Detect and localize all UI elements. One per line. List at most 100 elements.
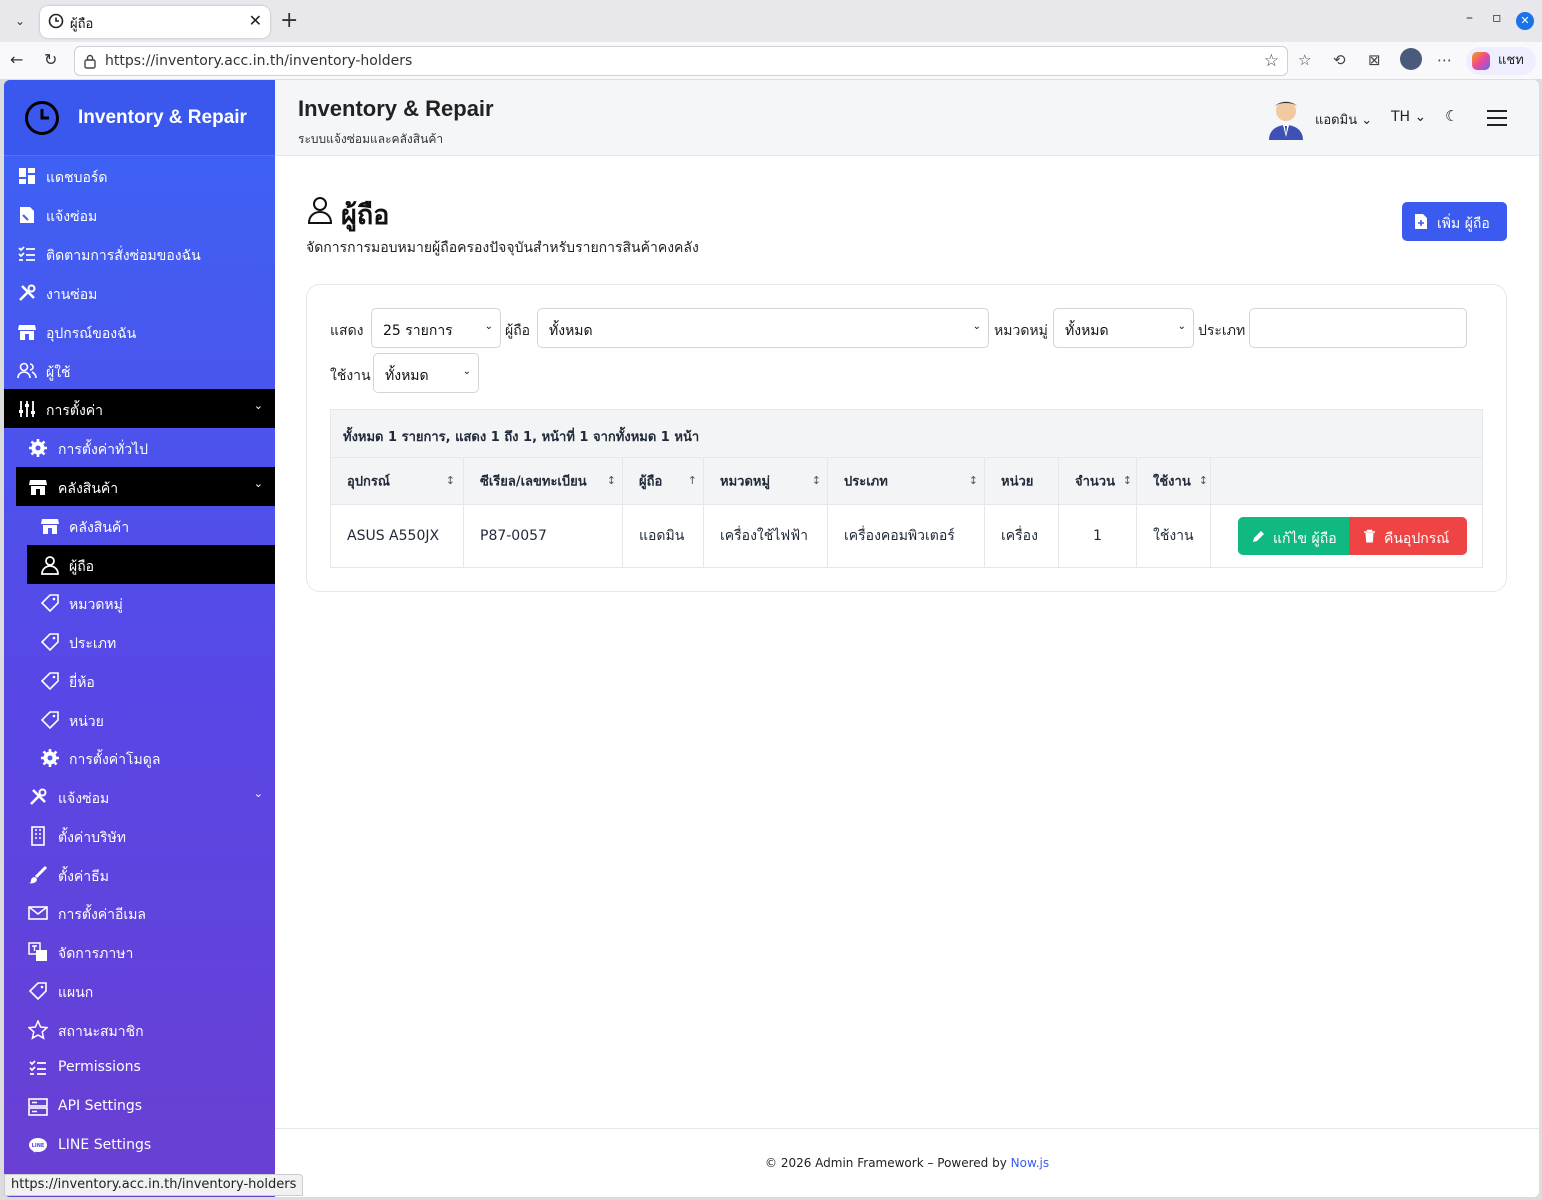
sidebar-item-24[interactable]: API Settings (4, 1087, 275, 1126)
chevron-down-icon: ⌄ (1361, 113, 1373, 128)
sidebar-item-21[interactable]: แผนก (4, 971, 275, 1010)
close-tab-icon[interactable]: ✕ (249, 11, 262, 30)
server-icon (28, 1098, 48, 1116)
sidebar-item-7[interactable]: การตั้งค่าทั่วไป (4, 428, 275, 467)
column-header-category[interactable]: หมวดหมู่ ↕ (704, 458, 828, 504)
user-menu[interactable]: แอดมิน ⌄ (1315, 109, 1372, 130)
column-header-active[interactable]: ใช้งาน ↕ (1137, 458, 1211, 504)
sidebar-item-23[interactable]: Permissions (4, 1048, 275, 1087)
sort-icon: ↕ (1122, 474, 1132, 487)
maximize-button[interactable]: ▫ (1492, 10, 1502, 26)
category-select[interactable]: ทั้งหมด ⌄ (1053, 308, 1194, 348)
hamburger-menu-icon[interactable] (1487, 110, 1507, 126)
browser-navbar: ← ↻ https://inventory.acc.in.th/inventor… (0, 42, 1542, 80)
profile-avatar[interactable] (1400, 48, 1422, 70)
users-icon (17, 362, 37, 379)
sidebar-item-0[interactable]: แดชบอร์ด (4, 156, 275, 195)
history-icon[interactable]: ⟲ (1333, 51, 1346, 69)
sidebar-item-25[interactable]: LINE LINE Settings (4, 1126, 275, 1165)
sidebar-item-13[interactable]: ยี่ห้อ (4, 661, 275, 700)
dark-mode-moon-icon[interactable]: ☾ (1445, 107, 1458, 125)
add-holder-label: เพิ่ม ผู้ถือ (1437, 216, 1490, 232)
minimize-button[interactable]: – (1466, 10, 1473, 26)
browser-tab[interactable]: ผู้ถือ ✕ (40, 6, 270, 38)
sidebar-item-4[interactable]: อุปกรณ์ของฉัน (4, 312, 275, 351)
sidebar-item-label: แจ้งซ่อม (58, 791, 110, 807)
tab-list-button[interactable]: ⌄ (8, 9, 32, 33)
page-size-value: 25 รายการ (383, 323, 453, 339)
sidebar-item-18[interactable]: ตั้งค่าธีม (4, 855, 275, 894)
sidebar-item-2[interactable]: ติดตามการสั่งซ่อมของฉัน (4, 234, 275, 273)
gear-icon (29, 439, 47, 457)
extensions-icon[interactable]: ⊠ (1368, 51, 1381, 69)
sidebar-item-1[interactable]: แจ้งซ่อม (4, 195, 275, 234)
column-label: อุปกรณ์ (347, 474, 390, 490)
column-header-serial[interactable]: ซีเรียล/เลขทะเบียน ↕ (464, 458, 623, 504)
clock-logo-icon (25, 101, 59, 135)
footer-link[interactable]: Now.js (1011, 1156, 1049, 1170)
clock-icon (48, 13, 64, 29)
chevron-down-icon: ⌄ (484, 321, 493, 332)
sidebar-item-label: แผนก (58, 985, 94, 1001)
column-header-device[interactable]: อุปกรณ์ ↕ (331, 458, 464, 504)
holder-label: ผู้ถือ (505, 323, 531, 339)
sidebar-item-label: ผู้ถือ (69, 559, 95, 575)
address-bar[interactable]: https://inventory.acc.in.th/inventory-ho… (74, 46, 1288, 76)
column-header-type[interactable]: ประเภท ↕ (828, 458, 985, 504)
category-label: หมวดหมู่ (994, 323, 1048, 339)
chevron-down-icon: ⌄ (972, 321, 981, 332)
sidebar-item-22[interactable]: สถานะสมาชิก (4, 1010, 275, 1049)
sidebar-item-10[interactable]: ผู้ถือ (27, 545, 275, 584)
footer: © 2026 Admin Framework – Powered by Now.… (275, 1128, 1539, 1197)
sort-icon: ↕ (606, 474, 616, 487)
page-size-select[interactable]: 25 รายการ ⌄ (371, 308, 501, 348)
back-icon[interactable]: ← (10, 50, 23, 69)
cell-text: แอดมิน (639, 528, 685, 544)
more-menu-icon[interactable]: ⋯ (1437, 51, 1452, 69)
sidebar-item-6[interactable]: การตั้งค่า ⌄ (4, 389, 275, 428)
avatar[interactable] (1265, 96, 1307, 140)
column-header-holder[interactable]: ผู้ถือ ↑ (623, 458, 704, 504)
sidebar-item-8[interactable]: คลังสินค้า ⌄ (16, 467, 275, 506)
sidebar-item-label: LINE Settings (58, 1137, 152, 1153)
sidebar-item-16[interactable]: แจ้งซ่อม ⌄ (4, 777, 275, 816)
favorites-icon[interactable]: ☆ (1298, 51, 1311, 69)
column-header-quantity[interactable]: จำนวน ↕ (1059, 458, 1137, 504)
return-device-button[interactable]: คืนอุปกรณ์ (1349, 517, 1467, 555)
type-input[interactable] (1249, 308, 1467, 348)
language-menu[interactable]: TH ⌄ (1391, 109, 1426, 125)
sidebar-item-12[interactable]: ประเภท (4, 622, 275, 661)
sidebar-item-17[interactable]: ตั้งค่าบริษัท (4, 816, 275, 855)
brand[interactable]: Inventory & Repair (4, 80, 275, 156)
add-holder-button[interactable]: เพิ่ม ผู้ถือ (1402, 202, 1507, 241)
header-subtitle: ระบบแจ้งซ่อมและคลังสินค้า (298, 132, 444, 146)
sidebar-item-5[interactable]: ผู้ใช้ (4, 351, 275, 390)
holder-select[interactable]: ทั้งหมด ⌄ (537, 308, 989, 348)
sidebar-item-11[interactable]: หมวดหมู่ (4, 583, 275, 622)
sidebar-item-20[interactable]: จัดการภาษา (4, 932, 275, 971)
footer-text: © 2026 Admin Framework – Powered by Now.… (765, 1156, 1049, 1170)
cell-text: 1 (1093, 528, 1102, 544)
sidebar-item-label: แจ้งซ่อม (46, 209, 98, 225)
repair-request-icon (20, 207, 34, 223)
sidebar-item-9[interactable]: คลังสินค้า (4, 506, 275, 545)
active-select[interactable]: ทั้งหมด ⌄ (373, 353, 479, 393)
sidebar-item-label: จัดการภาษา (58, 946, 134, 962)
main-content: ผู้ถือ จัดการการมอบหมายผู้ถือครองปัจจุบั… (275, 156, 1539, 1128)
sidebar-item-14[interactable]: หน่วย (4, 700, 275, 739)
column-label: หน่วย (1001, 474, 1034, 490)
table-summary: ทั้งหมด 1 รายการ, แสดง 1 ถึง 1, หน้าที่ … (331, 410, 1482, 458)
reload-icon[interactable]: ↻ (44, 50, 57, 69)
window-close-button[interactable]: ✕ (1516, 12, 1534, 30)
new-tab-button[interactable]: + (280, 8, 298, 33)
edit-holder-button[interactable]: แก้ไข ผู้ถือ (1238, 517, 1350, 555)
user-icon (307, 197, 333, 224)
chat-button[interactable]: แชท (1466, 47, 1536, 75)
sliders-icon (19, 401, 35, 417)
type-label: ประเภท (1198, 323, 1246, 339)
sidebar-item-19[interactable]: การตั้งค่าอีเมล (4, 893, 275, 932)
file-plus-icon (1415, 214, 1427, 229)
bookmark-star-icon[interactable]: ☆ (1264, 51, 1279, 71)
sidebar-item-3[interactable]: งานซ่อม (4, 273, 275, 312)
sidebar-item-15[interactable]: การตั้งค่าโมดูล (4, 738, 275, 777)
